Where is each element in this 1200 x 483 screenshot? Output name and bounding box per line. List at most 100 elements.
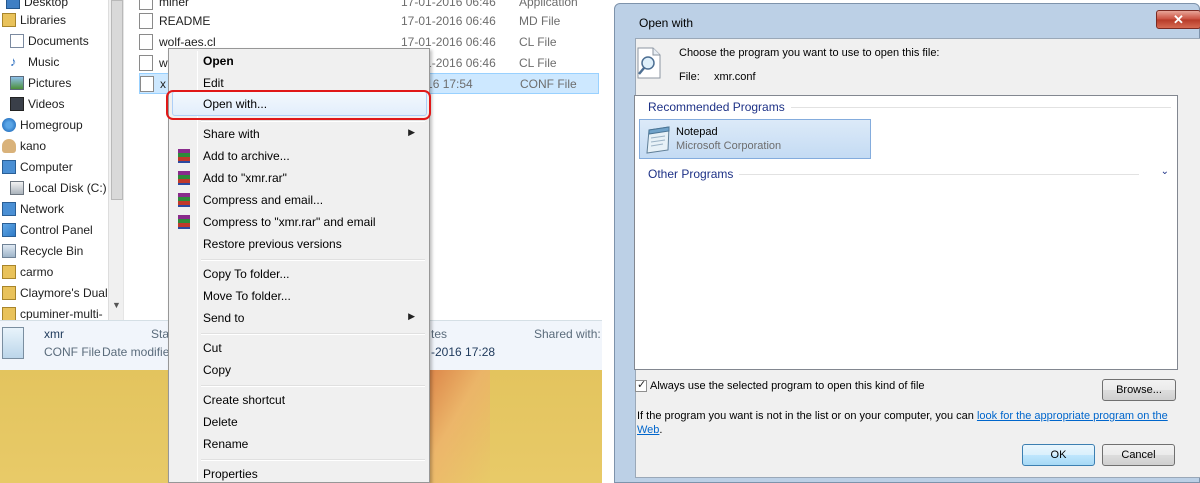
blank-file-icon: [139, 33, 153, 50]
folder-icon: [2, 306, 16, 320]
menu-separator: [201, 459, 425, 461]
menu-separator: [201, 259, 425, 261]
nav-item-documents[interactable]: Documents: [10, 30, 89, 51]
nav-item-cpuminer[interactable]: cpuminer-multi-: [2, 303, 103, 320]
menu-item-add-to-rar[interactable]: Add to "xmr.rar": [171, 167, 427, 189]
program-item-notepad[interactable]: Notepad Microsoft Corporation: [639, 119, 871, 159]
user-icon: [2, 138, 16, 153]
winrar-icon: [176, 170, 192, 186]
winrar-icon: [176, 214, 192, 230]
browse-button[interactable]: Browse...: [1102, 379, 1176, 401]
documents-icon: [10, 33, 24, 48]
program-list: Recommended Programs Notepad Microsoft C…: [634, 95, 1178, 370]
menu-separator: [201, 385, 425, 387]
menu-item-create-shortcut[interactable]: Create shortcut: [171, 389, 427, 411]
always-use-checkbox[interactable]: ✓: [635, 379, 647, 392]
menu-item-send-to[interactable]: Send to ▶: [171, 307, 427, 329]
nav-item-music[interactable]: ♪ Music: [10, 51, 59, 72]
ok-button[interactable]: OK: [1022, 444, 1095, 466]
details-file-name: xmr: [44, 327, 64, 341]
highlight-annotation: [166, 90, 431, 120]
nav-item-homegroup[interactable]: Homegroup: [2, 114, 83, 135]
dialog-title: Open with: [639, 16, 694, 30]
folder-icon: [2, 285, 16, 300]
menu-item-compress-rar-email[interactable]: Compress to "xmr.rar" and email: [171, 211, 427, 233]
scroll-down-arrow-icon[interactable]: ▼: [112, 300, 121, 310]
submenu-arrow-icon: ▶: [408, 127, 415, 137]
application-file-icon: [139, 0, 153, 10]
details-state-label: Sta: [151, 327, 170, 341]
navigation-pane: Desktop Libraries Documents ♪ Music Pictu…: [0, 0, 124, 320]
blank-file-icon: [139, 54, 153, 71]
nav-item-recycle-bin[interactable]: Recycle Bin: [2, 240, 83, 261]
other-programs-heading[interactable]: Other Programs: [648, 167, 1140, 181]
nav-item-pictures[interactable]: Pictures: [10, 72, 71, 93]
computer-icon: [2, 159, 16, 174]
menu-item-properties[interactable]: Properties: [171, 463, 427, 483]
nav-item-control-panel[interactable]: Control Panel: [2, 219, 93, 240]
menu-separator: [201, 333, 425, 335]
conf-file-icon: [2, 327, 24, 359]
folder-icon: [2, 264, 16, 279]
menu-item-copy[interactable]: Copy: [171, 359, 427, 381]
checkmark-icon: ✓: [637, 379, 647, 391]
details-date-value: -2016 17:28: [431, 345, 496, 359]
nav-item-kano[interactable]: kano: [2, 135, 46, 156]
scrollbar-thumb[interactable]: [111, 0, 123, 200]
menu-separator: [201, 120, 425, 122]
web-search-link[interactable]: look for the appropriate program on the: [977, 410, 1168, 422]
menu-item-move-to-folder[interactable]: Move To folder...: [171, 285, 427, 307]
nav-item-claymore[interactable]: Claymore's Dual: [2, 282, 108, 303]
details-dates-label: tes: [431, 327, 448, 341]
menu-item-share-with[interactable]: Share with ▶: [171, 123, 427, 145]
control-panel-icon: [2, 222, 16, 237]
menu-item-compress-email[interactable]: Compress and email...: [171, 189, 427, 211]
submenu-arrow-icon: ▶: [408, 311, 415, 321]
menu-item-rename[interactable]: Rename: [171, 433, 427, 455]
details-shared-label: Shared with:: [534, 327, 601, 341]
nav-item-libraries[interactable]: Libraries: [2, 9, 66, 30]
drive-icon: [10, 180, 24, 195]
file-row[interactable]: README 17-01-2016 06:46 MD File: [139, 10, 599, 31]
homegroup-icon: [2, 117, 16, 132]
details-file-type: CONF File: [44, 345, 101, 359]
details-date-label: Date modifie: [102, 345, 170, 359]
winrar-icon: [176, 148, 192, 164]
music-icon: ♪: [10, 53, 17, 69]
menu-item-add-to-archive[interactable]: Add to archive...: [171, 145, 427, 167]
recycle-bin-icon: [2, 243, 16, 258]
file-name: xmr.conf: [714, 71, 756, 83]
menu-item-restore-versions[interactable]: Restore previous versions: [171, 233, 427, 255]
nav-item-carmo[interactable]: carmo: [2, 261, 53, 282]
chevron-down-icon[interactable]: ⌄: [1161, 166, 1169, 177]
desktop-icon: [6, 0, 20, 9]
program-name: Notepad: [676, 126, 718, 138]
nav-item-computer[interactable]: Computer: [2, 156, 73, 177]
nav-scrollbar[interactable]: ▼: [108, 0, 123, 320]
cancel-button[interactable]: Cancel: [1102, 444, 1175, 466]
notepad-icon: [646, 126, 670, 154]
recommended-programs-heading[interactable]: Recommended Programs: [648, 100, 1171, 114]
menu-item-copy-to-folder[interactable]: Copy To folder...: [171, 263, 427, 285]
always-use-label: Always use the selected program to open …: [650, 380, 925, 392]
videos-icon: [10, 96, 24, 111]
close-button[interactable]: ✕: [1156, 10, 1200, 29]
library-icon: [2, 12, 16, 27]
nav-item-network[interactable]: Network: [2, 198, 64, 219]
nav-item-local-disk[interactable]: Local Disk (C:): [10, 177, 107, 198]
web-search-link-continued[interactable]: Web: [637, 424, 659, 436]
file-label: File:: [679, 71, 700, 83]
text-file-icon: [139, 12, 153, 29]
conf-file-icon: [140, 75, 154, 92]
program-vendor: Microsoft Corporation: [676, 140, 782, 152]
footer-text: If the program you want is not in the li…: [637, 410, 1168, 436]
winrar-icon: [176, 192, 192, 208]
file-search-icon: [637, 47, 661, 79]
nav-item-videos[interactable]: Videos: [10, 93, 64, 114]
pictures-icon: [10, 75, 24, 90]
dialog-instruction: Choose the program you want to use to op…: [679, 47, 940, 59]
menu-item-delete[interactable]: Delete: [171, 411, 427, 433]
menu-item-cut[interactable]: Cut: [171, 337, 427, 359]
menu-item-open[interactable]: Open: [171, 50, 427, 72]
network-icon: [2, 201, 16, 216]
